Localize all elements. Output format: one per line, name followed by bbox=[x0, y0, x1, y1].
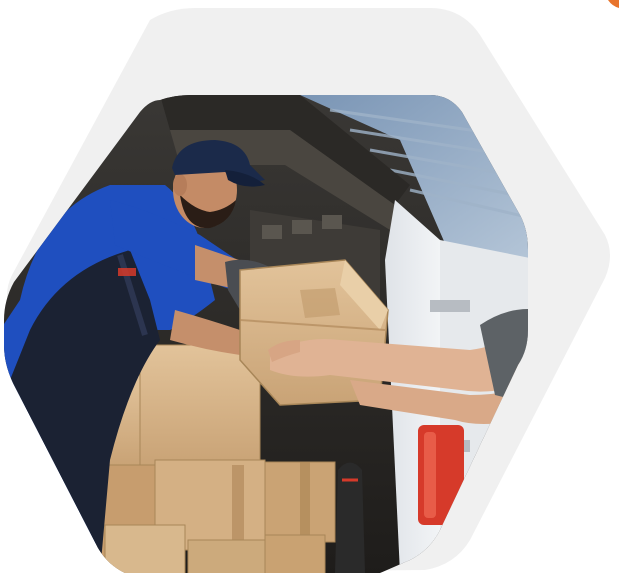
accent-corner-shape bbox=[608, 0, 619, 8]
hexagon-photo bbox=[4, 0, 619, 573]
photo-frame bbox=[0, 0, 619, 573]
